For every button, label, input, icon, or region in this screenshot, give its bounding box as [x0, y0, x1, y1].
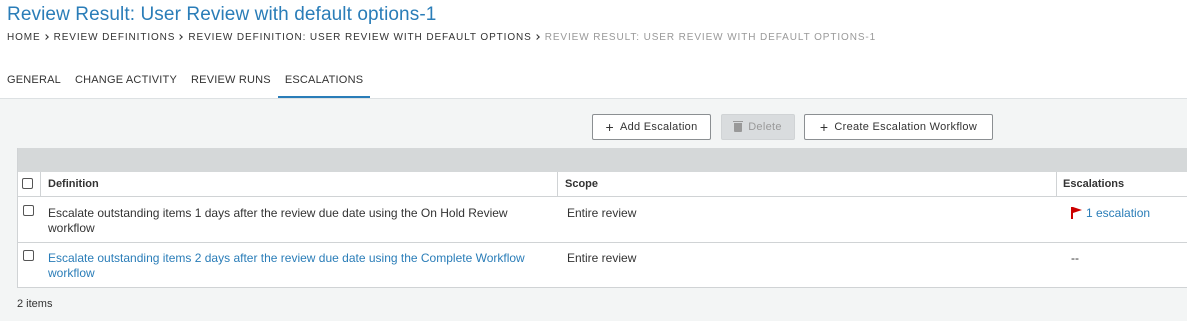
- escalations-table: Definition Scope Escalations Escalate ou…: [17, 148, 1187, 288]
- toolbar: + Add Escalation Delete + Create Escalat…: [0, 114, 1187, 140]
- chevron-right-icon: [177, 33, 184, 40]
- chevron-right-icon: [42, 33, 49, 40]
- breadcrumb-home[interactable]: HOME: [7, 32, 41, 43]
- delete-button[interactable]: Delete: [721, 114, 795, 140]
- column-header-definition[interactable]: Definition: [48, 178, 99, 190]
- create-escalation-workflow-button[interactable]: + Create Escalation Workflow: [804, 114, 993, 140]
- definition-text: Escalate outstanding items 1 days after …: [48, 206, 508, 235]
- column-divider: [40, 172, 41, 197]
- row-checkbox[interactable]: [23, 250, 34, 261]
- flag-icon: [1071, 207, 1082, 219]
- tab-general[interactable]: GENERAL: [0, 68, 68, 98]
- escalation-count: 1 escalation: [1086, 206, 1151, 220]
- escalation-link[interactable]: 1 escalation: [1071, 206, 1150, 220]
- breadcrumb-review-definitions[interactable]: REVIEW DEFINITIONS: [54, 32, 176, 43]
- breadcrumb-current: REVIEW RESULT: USER REVIEW WITH DEFAULT …: [544, 32, 877, 43]
- plus-icon: +: [819, 119, 829, 135]
- delete-label: Delete: [748, 121, 782, 133]
- tab-bar: GENERAL CHANGE ACTIVITY REVIEW RUNS ESCA…: [0, 68, 1187, 99]
- tab-change-activity[interactable]: CHANGE ACTIVITY: [68, 68, 184, 98]
- plus-icon: +: [605, 119, 614, 135]
- trash-icon: [733, 120, 744, 132]
- escalation-empty: --: [1071, 251, 1079, 265]
- table-toolbar-band: [18, 148, 1187, 172]
- item-count: 2 items: [17, 298, 53, 310]
- page-title: Review Result: User Review with default …: [7, 4, 437, 25]
- add-escalation-label: Add Escalation: [619, 121, 698, 133]
- page-header: Review Result: User Review with default …: [0, 0, 1187, 99]
- add-escalation-button[interactable]: + Add Escalation: [592, 114, 711, 140]
- table-row: Escalate outstanding items 2 days after …: [18, 243, 1187, 287]
- table-header: Definition Scope Escalations: [18, 172, 1187, 197]
- column-divider: [1056, 172, 1057, 197]
- table-row: Escalate outstanding items 1 days after …: [18, 198, 1187, 243]
- tab-review-runs[interactable]: REVIEW RUNS: [184, 68, 278, 98]
- chevron-right-icon: [533, 33, 540, 40]
- tab-escalations[interactable]: ESCALATIONS: [277, 68, 371, 98]
- scope-text: Entire review: [567, 206, 637, 220]
- breadcrumb-review-definition[interactable]: REVIEW DEFINITION: USER REVIEW WITH DEFA…: [188, 32, 531, 43]
- select-all-checkbox[interactable]: [22, 178, 33, 189]
- create-escalation-workflow-label: Create Escalation Workflow: [834, 121, 978, 133]
- definition-link[interactable]: Escalate outstanding items 2 days after …: [48, 251, 548, 281]
- column-header-scope[interactable]: Scope: [565, 178, 598, 190]
- column-header-escalations[interactable]: Escalations: [1063, 178, 1124, 190]
- row-checkbox[interactable]: [23, 205, 34, 216]
- column-divider: [557, 172, 558, 197]
- scope-text: Entire review: [567, 251, 637, 265]
- breadcrumb: HOME REVIEW DEFINITIONS REVIEW DEFINITIO…: [7, 32, 876, 43]
